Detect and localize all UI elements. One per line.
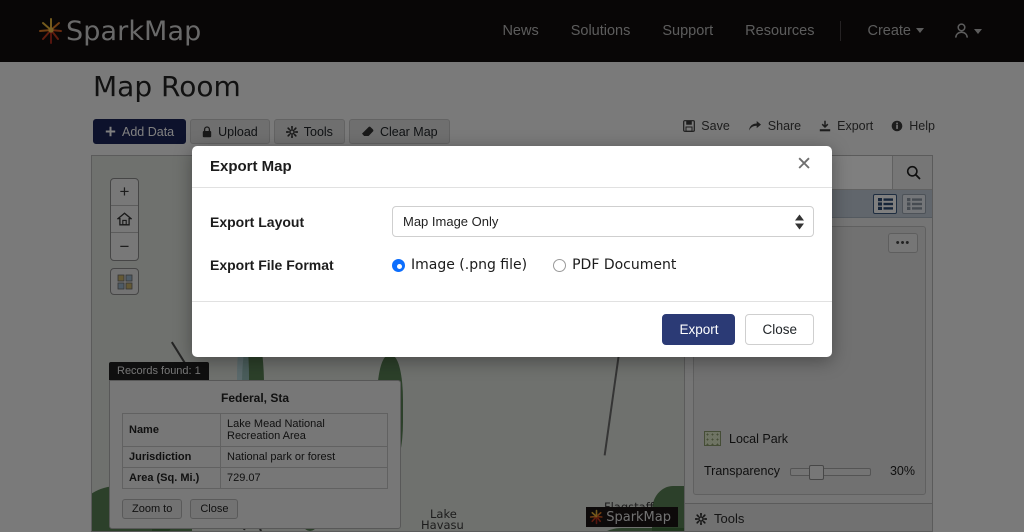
export-format-row: Export File Format Image (.png file) PDF… — [210, 257, 814, 273]
radio-selected-icon[interactable] — [392, 259, 405, 272]
export-layout-value: Map Image Only — [392, 206, 814, 237]
dialog-footer: Export Close — [192, 301, 832, 357]
export-layout-row: Export Layout Map Image Only — [210, 206, 814, 237]
dialog-header: Export Map ✕ — [192, 146, 832, 188]
export-format-label: Export File Format — [210, 257, 392, 273]
dialog-close-button[interactable]: Close — [745, 314, 814, 345]
radio-unselected-icon[interactable] — [553, 259, 566, 272]
app-root: SparkMap News Solutions Support Resource… — [0, 0, 1024, 532]
format-option-pdf-label: PDF Document — [572, 257, 676, 273]
export-confirm-button[interactable]: Export — [662, 314, 735, 345]
dialog-body: Export Layout Map Image Only Export File… — [192, 188, 832, 301]
close-icon[interactable]: ✕ — [794, 153, 814, 180]
export-map-dialog: Export Map ✕ Export Layout Map Image Onl… — [192, 146, 832, 357]
export-layout-label: Export Layout — [210, 214, 392, 230]
format-option-png[interactable]: Image (.png file) — [392, 257, 527, 273]
format-option-png-label: Image (.png file) — [411, 257, 527, 273]
format-option-pdf[interactable]: PDF Document — [553, 257, 676, 273]
export-format-options: Image (.png file) PDF Document — [392, 257, 676, 273]
export-layout-select[interactable]: Map Image Only — [392, 206, 814, 237]
dialog-title: Export Map — [210, 158, 292, 175]
